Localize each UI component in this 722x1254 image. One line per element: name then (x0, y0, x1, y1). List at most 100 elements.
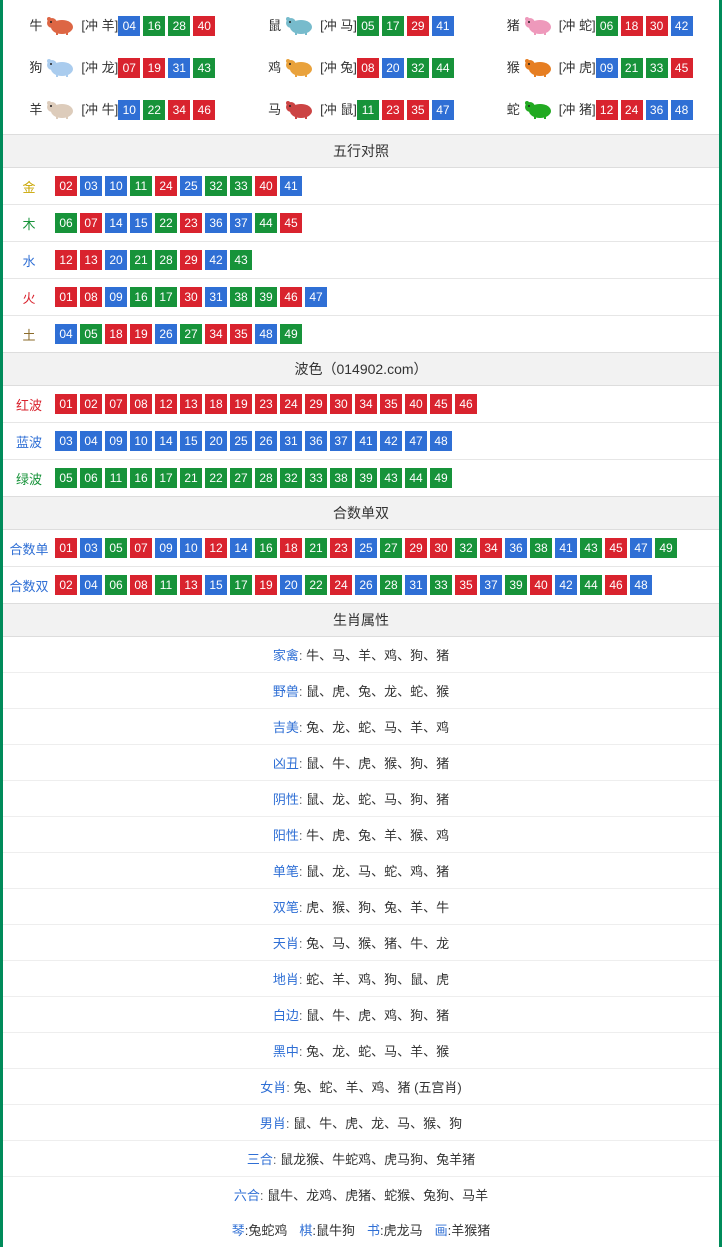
row-nums: 0108091617303138394647 (55, 287, 327, 307)
zodiac-cell: 鸡[冲 兔]08203244 (242, 46, 481, 88)
zodiac-nums: 05172941 (357, 16, 454, 36)
number-chip: 30 (646, 16, 668, 36)
number-chip: 05 (105, 538, 127, 558)
attr-label: 野兽 (273, 684, 299, 699)
zodiac-animal-icon (522, 56, 556, 78)
zodiac-cell: 马[冲 鼠]11233547 (242, 88, 481, 130)
zodiac-cell: 鼠[冲 马]05172941 (242, 4, 481, 46)
number-chip: 21 (130, 250, 152, 270)
attr-row: 女肖: 兔、蛇、羊、鸡、猪 (五宫肖) (3, 1069, 719, 1105)
attr-row: 男肖: 鼠、牛、虎、龙、马、猴、狗 (3, 1105, 719, 1141)
number-chip: 17 (155, 468, 177, 488)
number-chip: 42 (205, 250, 227, 270)
number-chip: 27 (380, 538, 402, 558)
zodiac-chong: [冲 蛇] (559, 15, 596, 34)
number-chip: 27 (180, 324, 202, 344)
number-chip: 42 (380, 431, 402, 451)
number-chip: 01 (55, 287, 77, 307)
zodiac-icon-wrap (522, 98, 556, 120)
zodiac-icon-wrap (522, 56, 556, 78)
attr-value: 鼠、龙、蛇、马、狗、猪 (306, 792, 449, 807)
number-chip: 32 (205, 176, 227, 196)
zodiac-animal-icon (44, 14, 78, 36)
number-chip: 38 (330, 468, 352, 488)
number-chip: 44 (580, 575, 602, 595)
attr-row: 凶丑: 鼠、牛、虎、猴、狗、猪 (3, 745, 719, 781)
attr-label: 六合 (234, 1188, 260, 1203)
number-chip: 47 (630, 538, 652, 558)
attr-label: 男肖 (260, 1116, 286, 1131)
number-chip: 19 (130, 324, 152, 344)
number-chip: 07 (130, 538, 152, 558)
number-chip: 10 (130, 431, 152, 451)
number-chip: 02 (80, 394, 102, 414)
number-chip: 49 (430, 468, 452, 488)
four-value: 羊猴猪 (451, 1223, 490, 1238)
number-chip: 04 (55, 324, 77, 344)
number-chip: 24 (155, 176, 177, 196)
zodiac-cell: 羊[冲 牛]10223446 (3, 88, 242, 130)
data-row: 绿波05061116172122272832333839434449 (3, 460, 719, 496)
number-chip: 14 (105, 213, 127, 233)
number-chip: 19 (255, 575, 277, 595)
attr-label: 白边 (273, 1008, 299, 1023)
zodiac-name: 鸡 (268, 57, 281, 76)
number-chip: 27 (230, 468, 252, 488)
zodiac-icon-wrap (283, 56, 317, 78)
number-chip: 25 (180, 176, 202, 196)
number-chip: 47 (405, 431, 427, 451)
zodiac-icon-wrap (522, 14, 556, 36)
attr-value: 兔、马、猴、猪、牛、龙 (306, 936, 449, 951)
bose-header: 波色（014902.com） (3, 352, 719, 386)
row-nums: 04051819262734354849 (55, 324, 302, 344)
number-chip: 25 (355, 538, 377, 558)
shengxiao-rows: 家禽: 牛、马、羊、鸡、狗、猪野兽: 鼠、虎、兔、龙、蛇、猴吉美: 兔、龙、蛇、… (3, 637, 719, 1212)
number-chip: 40 (255, 176, 277, 196)
number-chip: 21 (621, 58, 643, 78)
number-chip: 15 (130, 213, 152, 233)
number-chip: 41 (355, 431, 377, 451)
zodiac-animal-icon (522, 98, 556, 120)
zodiac-cell: 狗[冲 龙]07193143 (3, 46, 242, 88)
number-chip: 35 (407, 100, 429, 120)
number-chip: 30 (430, 538, 452, 558)
number-chip: 26 (355, 575, 377, 595)
number-chip: 49 (280, 324, 302, 344)
number-chip: 46 (193, 100, 215, 120)
zodiac-nums: 11233547 (357, 100, 454, 120)
zodiac-cell: 猪[冲 蛇]06183042 (480, 4, 719, 46)
number-chip: 07 (118, 58, 140, 78)
number-chip: 46 (605, 575, 627, 595)
data-row: 金02031011242532334041 (3, 168, 719, 205)
number-chip: 43 (580, 538, 602, 558)
zodiac-nums: 09213345 (596, 58, 693, 78)
four-label: 画 (435, 1223, 448, 1238)
wuxing-rows: 金02031011242532334041木060714152223363744… (3, 168, 719, 352)
number-chip: 39 (505, 575, 527, 595)
zodiac-animal-icon (44, 56, 78, 78)
attr-row: 双笔: 虎、猴、狗、兔、羊、牛 (3, 889, 719, 925)
attr-row: 单笔: 鼠、龙、马、蛇、鸡、猪 (3, 853, 719, 889)
data-row: 合数双0204060811131517192022242628313335373… (3, 567, 719, 603)
data-row: 蓝波03040910141520252631363741424748 (3, 423, 719, 460)
number-chip: 23 (330, 538, 352, 558)
data-row: 木06071415222336374445 (3, 205, 719, 242)
attr-value: 虎、猴、狗、兔、羊、牛 (306, 900, 449, 915)
number-chip: 44 (255, 213, 277, 233)
data-row: 合数单0103050709101214161821232527293032343… (3, 530, 719, 567)
data-row: 红波0102070812131819232429303435404546 (3, 386, 719, 423)
row-label: 绿波 (3, 469, 55, 488)
number-chip: 13 (180, 575, 202, 595)
attr-value: 兔、龙、蛇、马、羊、猴 (306, 1044, 449, 1059)
number-chip: 02 (55, 176, 77, 196)
attr-row: 地肖: 蛇、羊、鸡、狗、鼠、虎 (3, 961, 719, 997)
attr-row: 天肖: 兔、马、猴、猪、牛、龙 (3, 925, 719, 961)
number-chip: 28 (380, 575, 402, 595)
number-chip: 16 (130, 287, 152, 307)
number-chip: 37 (480, 575, 502, 595)
zodiac-nums: 04162840 (118, 16, 215, 36)
number-chip: 42 (671, 16, 693, 36)
number-chip: 43 (380, 468, 402, 488)
zodiac-animal-icon (283, 98, 317, 120)
number-chip: 20 (280, 575, 302, 595)
